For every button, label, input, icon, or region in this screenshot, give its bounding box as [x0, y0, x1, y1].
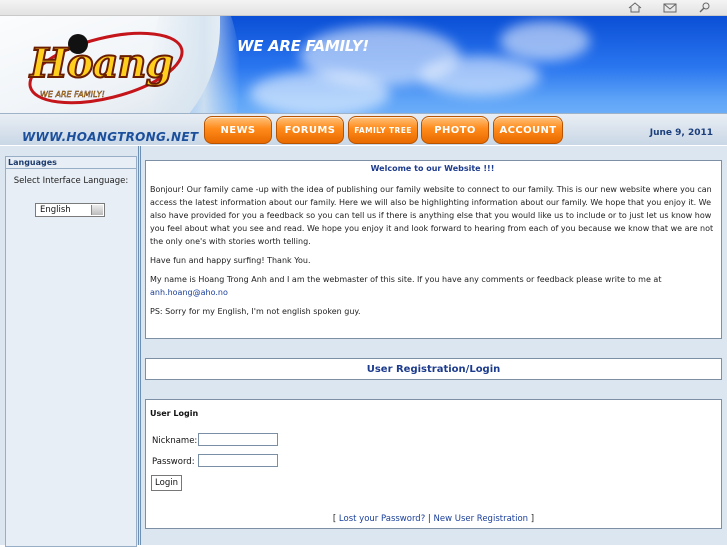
language-label: Select Interface Language: [13, 176, 129, 186]
top-bar [0, 0, 727, 16]
nav-family-tree-button[interactable]: FAMILY TREE [348, 116, 418, 144]
language-select[interactable]: English [35, 203, 105, 217]
logo-text: Hoang [29, 39, 174, 88]
registration-title: User Registration/Login [366, 364, 501, 375]
languages-panel: Languages Select Interface Language: Eng… [5, 156, 137, 547]
chevron-down-icon[interactable] [91, 205, 103, 215]
nav-photo-button[interactable]: PHOTO [421, 116, 489, 144]
search-icon[interactable] [695, 2, 715, 13]
login-title: User Login [150, 409, 199, 418]
bracket-open: [ [332, 514, 337, 524]
ps-paragraph: PS: Sorry for my English, I'm not englis… [150, 307, 361, 316]
languages-heading: Languages [6, 157, 136, 169]
welcome-title: Welcome to our Website !!! [370, 164, 495, 173]
link-separator: | [427, 514, 431, 524]
new-registration-link[interactable]: New User Registration [433, 514, 528, 524]
welcome-box: Welcome to our Website !!! Bonjour! Our … [145, 160, 722, 339]
mail-icon[interactable] [660, 2, 680, 13]
welcome-paragraph: Have fun and happy surfing! Thank You. [150, 256, 311, 265]
contact-email-link[interactable]: anh.hoang@aho.no [150, 288, 228, 297]
header-tagline: WE ARE FAMILY! [237, 37, 369, 55]
language-select-value: English [40, 205, 71, 215]
main-content: Welcome to our Website !!! Bonjour! Our … [141, 146, 727, 545]
bracket-close: ] [530, 514, 535, 524]
login-button[interactable]: Login [151, 475, 182, 491]
contact-text: My name is Hoang Trong Anh and I am the … [150, 275, 662, 284]
logo-subtitle: WE ARE FAMILY! [40, 90, 105, 99]
home-icon[interactable] [625, 2, 645, 13]
lost-password-link[interactable]: Lost your Password? [339, 514, 425, 524]
site-url[interactable]: WWW.HOANGTRONG.NET [22, 130, 198, 144]
welcome-paragraph: Bonjour! Our family came -up with the id… [150, 185, 714, 246]
login-box: User Login Nickname: Password: Login [ L… [145, 399, 722, 529]
password-input[interactable] [198, 454, 278, 467]
nickname-label: Nickname: [152, 436, 198, 446]
nav-news-button[interactable]: NEWS [204, 116, 272, 144]
registration-box: User Registration/Login [145, 358, 722, 380]
sidebar: Languages Select Interface Language: Eng… [0, 146, 141, 547]
contact-paragraph: My name is Hoang Trong Anh and I am the … [150, 273, 715, 299]
account-links: [ Lost your Password? | New User Registr… [146, 514, 721, 524]
current-date: June 9, 2011 [649, 128, 713, 138]
password-label: Password: [152, 457, 195, 467]
nav-forums-button[interactable]: FORUMS [276, 116, 344, 144]
nickname-input[interactable] [198, 433, 278, 446]
nav-account-button[interactable]: ACCOUNT [493, 116, 563, 144]
